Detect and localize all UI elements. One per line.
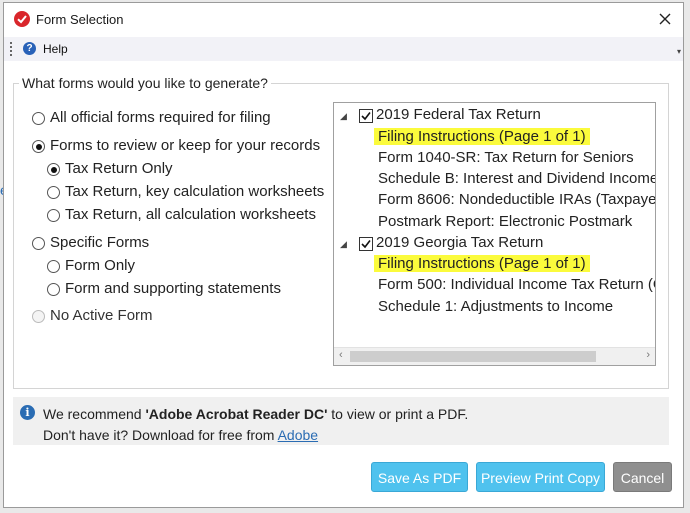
- forms-tree-view[interactable]: ◢ 2019 Federal Tax Return Filing Instruc…: [333, 102, 656, 366]
- adobe-link[interactable]: Adobe: [278, 427, 318, 443]
- recommend-prefix: We recommend: [43, 406, 146, 422]
- download-prefix: Don't have it? Download for free from: [43, 427, 278, 443]
- radio-button-selected[interactable]: [47, 163, 60, 176]
- georgia-checkbox[interactable]: [359, 237, 373, 251]
- radio-label: Form and supporting statements: [65, 280, 281, 297]
- tree-item-schedule-1[interactable]: Schedule 1: Adjustments to Income: [378, 298, 613, 315]
- overflow-arrow-icon[interactable]: ▾: [677, 47, 681, 56]
- cancel-button[interactable]: Cancel: [613, 462, 672, 492]
- tree-item-filing-instructions[interactable]: Filing Instructions (Page 1 of 1): [374, 255, 590, 272]
- tree-item-schedule-b[interactable]: Schedule B: Interest and Dividend Income: [378, 170, 655, 187]
- radio-button[interactable]: [47, 260, 60, 273]
- recommend-text: We recommend 'Adobe Acrobat Reader DC' t…: [43, 406, 468, 422]
- checkmark-app-icon: [14, 11, 30, 27]
- radio-label: Forms to review or keep for your records: [50, 137, 321, 154]
- tree-node-georgia[interactable]: 2019 Georgia Tax Return: [376, 234, 543, 251]
- window-title: Form Selection: [36, 12, 124, 27]
- radio-label: Form Only: [65, 257, 136, 274]
- radio-button-selected[interactable]: [32, 140, 45, 153]
- radio-label: All official forms required for filing: [50, 109, 271, 126]
- radio-label: Specific Forms: [50, 234, 150, 251]
- scroll-right-icon[interactable]: ›: [646, 349, 650, 361]
- radio-button[interactable]: [47, 209, 60, 222]
- tree-item-postmark-report[interactable]: Postmark Report: Electronic Postmark: [378, 213, 632, 230]
- radio-label: Tax Return, all calculation worksheets: [65, 206, 316, 223]
- close-icon[interactable]: [655, 9, 675, 29]
- save-as-pdf-button[interactable]: Save As PDF: [371, 462, 468, 492]
- federal-checkbox[interactable]: [359, 109, 373, 123]
- highlighted-text: Filing Instructions (Page 1 of 1): [374, 128, 590, 145]
- info-banner: i We recommend 'Adobe Acrobat Reader DC'…: [13, 397, 669, 445]
- recommended-app: 'Adobe Acrobat Reader DC': [145, 406, 328, 422]
- toolbar-grip-icon: [10, 42, 14, 56]
- radio-button[interactable]: [47, 283, 60, 296]
- radio-label: Tax Return, key calculation worksheets: [65, 183, 325, 200]
- radio-button[interactable]: [47, 186, 60, 199]
- radio-button[interactable]: [32, 112, 45, 125]
- radio-button[interactable]: [32, 237, 45, 250]
- collapse-arrow-icon[interactable]: ◢: [340, 111, 347, 122]
- preview-print-copy-button[interactable]: Preview Print Copy: [476, 462, 605, 492]
- menu-bar: ? Help ▾: [4, 37, 683, 61]
- radio-label: No Active Form: [50, 307, 153, 324]
- radio-label: Tax Return Only: [65, 160, 173, 177]
- tree-item-form-8606[interactable]: Form 8606: Nondeductible IRAs (Taxpayer): [378, 191, 655, 208]
- group-legend: What forms would you like to generate?: [19, 75, 271, 91]
- info-icon: i: [20, 405, 35, 420]
- tree-node-federal[interactable]: 2019 Federal Tax Return: [376, 106, 541, 123]
- recommend-suffix: to view or print a PDF.: [327, 406, 469, 422]
- scrollbar-thumb[interactable]: [350, 351, 596, 362]
- tree-item-form-500[interactable]: Form 500: Individual Income Tax Return (…: [378, 276, 655, 293]
- tree-item-filing-instructions[interactable]: Filing Instructions (Page 1 of 1): [374, 128, 590, 145]
- title-bar: Form Selection: [4, 3, 683, 35]
- radio-button-disabled: [32, 310, 45, 323]
- collapse-arrow-icon[interactable]: ◢: [340, 239, 347, 250]
- help-menu-item[interactable]: Help: [43, 42, 68, 56]
- highlighted-text: Filing Instructions (Page 1 of 1): [374, 255, 590, 272]
- horizontal-scrollbar[interactable]: ‹ ›: [334, 347, 655, 365]
- scroll-left-icon[interactable]: ‹: [339, 349, 343, 361]
- tree-item-form-1040sr[interactable]: Form 1040-SR: Tax Return for Seniors: [378, 149, 634, 166]
- download-text: Don't have it? Download for free from Ad…: [43, 427, 318, 443]
- help-icon[interactable]: ?: [23, 42, 36, 55]
